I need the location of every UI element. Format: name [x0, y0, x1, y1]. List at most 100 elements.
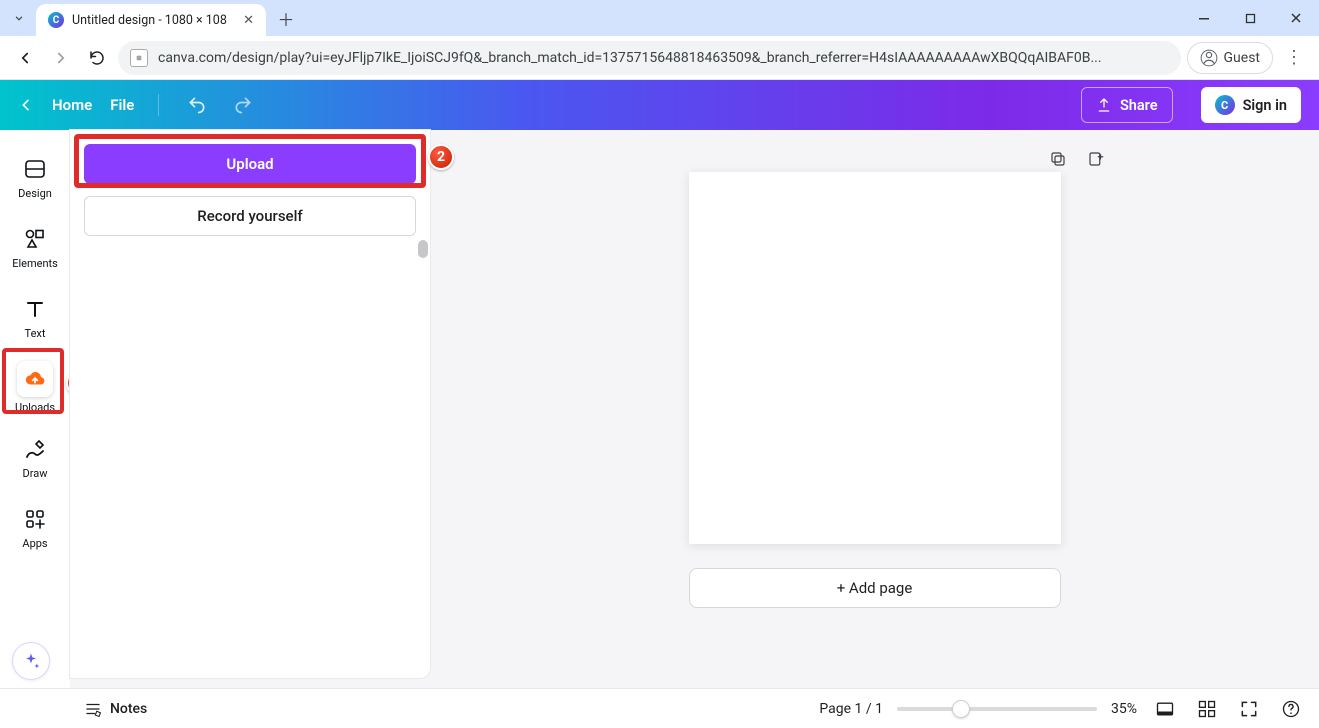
duplicate-page-button[interactable] — [1045, 146, 1071, 172]
rail-label: Elements — [12, 257, 58, 270]
add-page-label: + Add page — [837, 579, 913, 597]
tab-search-button[interactable] — [6, 5, 32, 31]
tab-close-button[interactable]: ✕ — [243, 13, 254, 28]
zoom-slider-thumb[interactable] — [952, 700, 970, 718]
share-button[interactable]: Share — [1081, 87, 1173, 123]
header-separator — [158, 94, 159, 116]
elements-icon — [21, 225, 49, 253]
close-icon — [1290, 12, 1302, 24]
undo-button[interactable] — [183, 91, 211, 119]
add-page-icon-button[interactable] — [1083, 146, 1109, 172]
upload-icon — [1096, 97, 1112, 113]
fullscreen-icon — [1239, 699, 1259, 719]
left-rail: Design Elements Text Uploads Draw — [0, 130, 70, 688]
header-back-button[interactable] — [18, 97, 34, 113]
rail-label: Apps — [22, 537, 47, 550]
nav-forward-button[interactable] — [46, 43, 76, 73]
upload-button[interactable]: Upload — [84, 144, 416, 184]
notes-icon — [84, 700, 102, 718]
app-body: Design Elements Text Uploads Draw — [0, 130, 1319, 688]
browser-toolbar: canva.com/design/play?ui=eyJFljp7IkE_Ijo… — [0, 36, 1319, 80]
browser-menu-button[interactable]: ⋮ — [1279, 43, 1309, 73]
redo-icon — [233, 95, 253, 115]
page-view-button[interactable] — [1151, 695, 1179, 723]
canvas-top-tools — [1045, 146, 1109, 172]
zoom-percent[interactable]: 35% — [1111, 701, 1137, 717]
reload-icon — [88, 49, 106, 67]
profile-label: Guest — [1224, 50, 1260, 66]
add-page-icon — [1087, 150, 1105, 168]
share-label: Share — [1120, 97, 1158, 114]
url-text: canva.com/design/play?ui=eyJFljp7IkE_Ijo… — [158, 50, 1169, 66]
notes-label: Notes — [110, 701, 147, 717]
file-menu-button[interactable]: File — [110, 96, 134, 114]
canva-app: Home File Share C Sign in — [0, 80, 1319, 728]
chevron-left-icon — [18, 97, 34, 113]
record-yourself-button[interactable]: Record yourself — [84, 196, 416, 236]
duplicate-icon — [1049, 150, 1067, 168]
rail-label: Uploads — [15, 401, 55, 414]
design-icon — [21, 155, 49, 183]
notes-button[interactable]: Notes — [84, 700, 147, 718]
help-button[interactable] — [1277, 695, 1305, 723]
window-minimize-button[interactable] — [1181, 0, 1227, 36]
page-indicator[interactable]: Page 1 / 1 — [819, 701, 883, 717]
rail-draw[interactable]: Draw — [5, 422, 65, 492]
file-label: File — [110, 96, 134, 114]
rail-uploads[interactable]: Uploads — [5, 352, 65, 422]
app-header: Home File Share C Sign in — [0, 80, 1319, 130]
undo-icon — [187, 95, 207, 115]
grid-view-button[interactable] — [1193, 695, 1221, 723]
uploads-panel: Upload Record yourself 2 — [70, 130, 430, 678]
signin-button[interactable]: C Sign in — [1201, 87, 1301, 123]
canva-logo-icon: C — [1215, 95, 1235, 115]
browser-tabstrip: C Untitled design - 1080 × 108 ✕ ＋ — [0, 0, 1319, 36]
minimize-icon — [1198, 12, 1210, 24]
rail-design[interactable]: Design — [5, 142, 65, 212]
text-icon — [21, 295, 49, 323]
nav-reload-button[interactable] — [82, 43, 112, 73]
add-page-button[interactable]: + Add page — [689, 568, 1061, 608]
sparkle-icon — [21, 651, 41, 671]
profile-guest-button[interactable]: Guest — [1187, 42, 1273, 74]
window-maximize-button[interactable] — [1227, 0, 1273, 36]
panel-scrollbar-thumb[interactable] — [418, 240, 428, 258]
assist-button[interactable] — [12, 642, 50, 680]
rail-label: Text — [25, 327, 46, 340]
rail-label: Draw — [23, 467, 48, 480]
arrow-right-icon — [52, 49, 70, 67]
draw-icon — [21, 435, 49, 463]
canva-favicon-icon: C — [48, 12, 64, 28]
site-settings-icon[interactable] — [130, 49, 148, 67]
rail-elements[interactable]: Elements — [5, 212, 65, 282]
upload-label: Upload — [226, 155, 273, 173]
new-tab-button[interactable]: ＋ — [272, 4, 300, 32]
signin-label: Sign in — [1243, 97, 1287, 114]
grid-icon — [1197, 699, 1217, 719]
rail-text[interactable]: Text — [5, 282, 65, 352]
home-label: Home — [52, 96, 92, 114]
apps-icon — [21, 505, 49, 533]
maximize-icon — [1245, 13, 1256, 24]
browser-tab[interactable]: C Untitled design - 1080 × 108 ✕ — [36, 4, 266, 36]
uploads-icon — [21, 365, 49, 393]
fullscreen-button[interactable] — [1235, 695, 1263, 723]
zoom-slider[interactable] — [897, 707, 1097, 711]
canvas-area[interactable]: + Add page — [430, 130, 1319, 688]
page-view-icon — [1155, 699, 1175, 719]
window-controls — [1181, 0, 1319, 36]
home-button[interactable]: Home — [52, 96, 92, 114]
person-icon — [1200, 49, 1218, 67]
record-label: Record yourself — [197, 207, 302, 225]
arrow-left-icon — [16, 49, 34, 67]
help-icon — [1281, 699, 1301, 719]
nav-back-button[interactable] — [10, 43, 40, 73]
design-page-1[interactable] — [689, 172, 1061, 544]
bottom-bar: Notes Page 1 / 1 35% — [0, 688, 1319, 728]
address-bar[interactable]: canva.com/design/play?ui=eyJFljp7IkE_Ijo… — [118, 41, 1181, 75]
rail-label: Design — [18, 187, 52, 200]
tab-title: Untitled design - 1080 × 108 — [72, 13, 235, 28]
rail-apps[interactable]: Apps — [5, 492, 65, 562]
window-close-button[interactable] — [1273, 0, 1319, 36]
redo-button[interactable] — [229, 91, 257, 119]
